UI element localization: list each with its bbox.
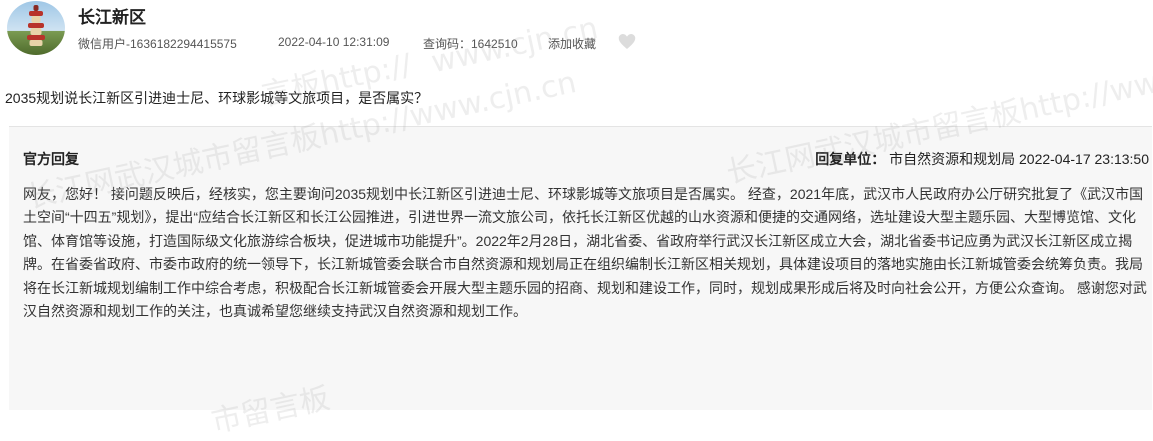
yellow-crane-tower-image xyxy=(27,5,45,46)
reply-unit-name: 市自然资源和规划局 xyxy=(889,151,1016,167)
add-favorite-link[interactable]: 添加收藏 xyxy=(548,35,596,52)
official-reply-panel: 官方回复 回复单位： 市自然资源和规划局 2022-04-17 23:13:50… xyxy=(9,126,1152,410)
avatar xyxy=(7,1,65,55)
user-name: 微信用户-1636182294415575 xyxy=(78,37,237,51)
question-text: 2035规划说长江新区引进迪士尼、环球影城等文旅项目，是否属实？ xyxy=(5,90,429,106)
reply-body: 网友，您好！ 接问题反映后，经核实，您主要询问2035规划中长江新区引进迪士尼、… xyxy=(23,186,1147,320)
query-code: 查询码：1642510 xyxy=(423,37,518,51)
heart-icon[interactable] xyxy=(618,33,636,55)
reply-title: 官方回复 xyxy=(23,151,79,167)
reply-unit-label: 回复单位： xyxy=(815,151,886,167)
post-datetime: 2022-04-10 12:31:09 xyxy=(278,35,390,49)
reply-datetime: 2022-04-17 23:13:50 xyxy=(1019,151,1149,167)
reply-meta: 回复单位： 市自然资源和规划局 2022-04-17 23:13:50 xyxy=(815,149,1149,169)
page-title: 长江新区 xyxy=(78,8,146,27)
